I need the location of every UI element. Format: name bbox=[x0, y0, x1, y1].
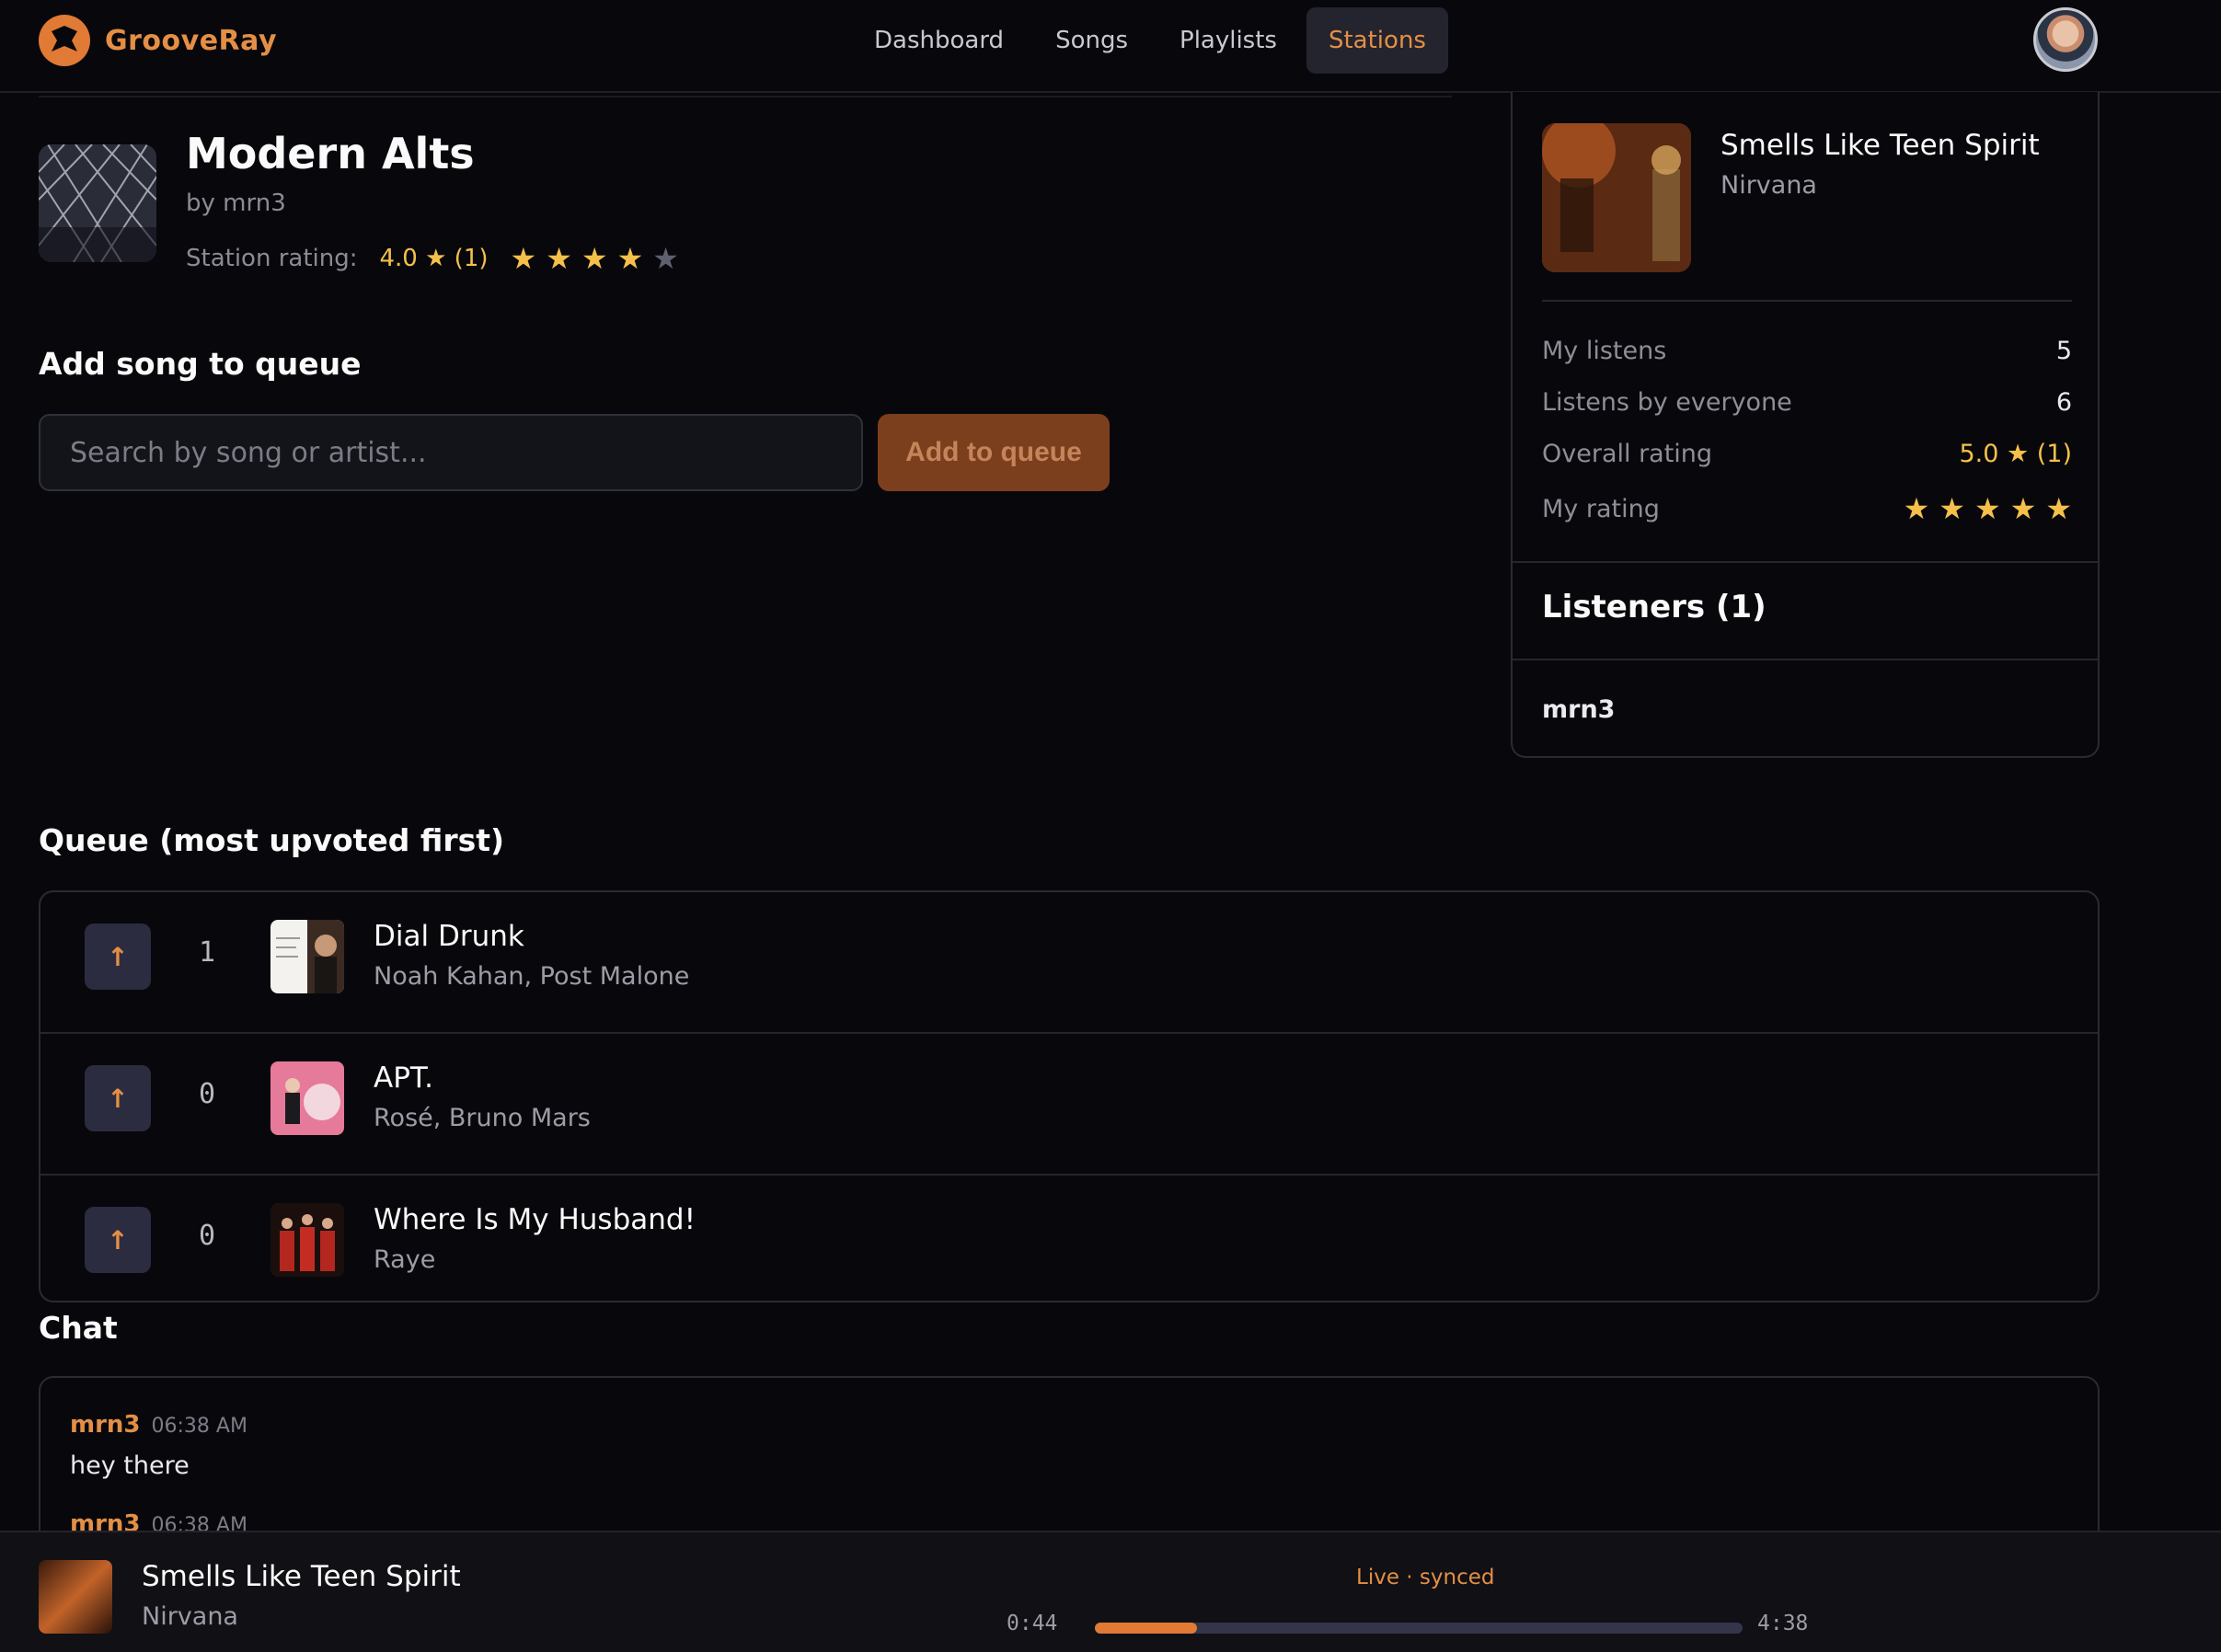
vote-count: 1 bbox=[199, 936, 216, 969]
progress-bar[interactable] bbox=[1095, 1623, 1743, 1634]
queue-item: ↑ 1 Dial Drunk Noah Kahan, Post Malone bbox=[40, 892, 2098, 1034]
song-artwork bbox=[270, 920, 344, 993]
stat-value: 6 bbox=[2055, 388, 2072, 417]
header-divider bbox=[39, 96, 1452, 98]
top-navigation: GrooveRay Dashboard Songs Playlists Stat… bbox=[0, 0, 2221, 93]
star-icon[interactable]: ★ bbox=[1974, 491, 2001, 526]
stat-my-listens: My listens 5 bbox=[1542, 337, 2072, 365]
stat-my-rating: My rating ★ ★ ★ ★ ★ bbox=[1542, 491, 2072, 526]
station-rating: Station rating: 4.0 ★ (1) ★ ★ ★ ★ ★ bbox=[186, 241, 679, 276]
queue-item: ↑ 0 Where Is My Husband! Raye bbox=[40, 1176, 2098, 1301]
star-icon[interactable]: ★ bbox=[617, 241, 644, 276]
arrow-up-icon: ↑ bbox=[107, 1083, 129, 1114]
star-icon[interactable]: ★ bbox=[511, 241, 537, 276]
my-rating-stars[interactable]: ★ ★ ★ ★ ★ bbox=[1904, 491, 2072, 526]
stat-label: Listens by everyone bbox=[1542, 388, 1792, 417]
card-divider bbox=[1513, 659, 2098, 660]
now-playing-card: Smells Like Teen Spirit Nirvana My liste… bbox=[1511, 92, 2100, 758]
stat-overall-rating: Overall rating 5.0 ★ (1) bbox=[1542, 440, 2072, 468]
song-search-input[interactable] bbox=[39, 414, 863, 491]
stat-listens-by-everyone: Listens by everyone 6 bbox=[1542, 388, 2072, 417]
chat-message-time: 06:38 AM bbox=[151, 1415, 247, 1438]
chat-heading: Chat bbox=[39, 1310, 118, 1346]
chat-message: mrn3 06:38 AM hey there bbox=[70, 1411, 247, 1480]
queue-list: ↑ 1 Dial Drunk Noah Kahan, Post Malone ↑… bbox=[39, 890, 2100, 1302]
song-title: Where Is My Husband! bbox=[374, 1203, 696, 1236]
song-title: APT. bbox=[374, 1061, 434, 1095]
app: GrooveRay Dashboard Songs Playlists Stat… bbox=[0, 0, 2221, 1652]
now-playing-title: Smells Like Teen Spirit bbox=[1720, 129, 2040, 162]
user-avatar[interactable] bbox=[2033, 7, 2098, 72]
star-icon[interactable]: ★ bbox=[1904, 491, 1930, 526]
chat-message-text: hey there bbox=[70, 1451, 190, 1480]
song-title: Dial Drunk bbox=[374, 920, 524, 953]
station-star-rating[interactable]: ★ ★ ★ ★ ★ bbox=[511, 241, 679, 276]
player-song-artist: Nirvana bbox=[142, 1602, 238, 1631]
add-to-queue-button[interactable]: Add to queue bbox=[878, 414, 1110, 491]
song-artwork bbox=[270, 1203, 344, 1277]
sync-status: Live · synced bbox=[1356, 1566, 1495, 1589]
upvote-button[interactable]: ↑ bbox=[85, 1065, 151, 1131]
vote-count: 0 bbox=[199, 1078, 216, 1110]
station-owner: by mrn3 bbox=[186, 189, 286, 217]
station-title: Modern Alts bbox=[186, 129, 475, 178]
upvote-button[interactable]: ↑ bbox=[85, 924, 151, 990]
now-playing-artwork bbox=[1542, 123, 1691, 272]
queue-item: ↑ 0 APT. Rosé, Bruno Mars bbox=[40, 1034, 2098, 1176]
queue-heading: Queue (most upvoted first) bbox=[39, 822, 505, 858]
stat-label: My rating bbox=[1542, 494, 1660, 523]
upvote-button[interactable]: ↑ bbox=[85, 1207, 151, 1273]
player-song-title: Smells Like Teen Spirit bbox=[142, 1560, 461, 1593]
stat-value: 5.0 ★ (1) bbox=[1959, 440, 2072, 468]
stat-value: 5 bbox=[2055, 337, 2072, 365]
song-artist: Raye bbox=[374, 1245, 436, 1274]
vote-count: 0 bbox=[199, 1220, 216, 1252]
card-divider bbox=[1513, 561, 2098, 563]
nav-playlists[interactable]: Playlists bbox=[1157, 7, 1299, 74]
progress-fill bbox=[1095, 1623, 1198, 1634]
stat-label: Overall rating bbox=[1542, 440, 1713, 468]
star-empty-icon[interactable]: ★ bbox=[652, 241, 679, 276]
station-rating-value: 4.0 ★ (1) bbox=[379, 245, 489, 272]
star-icon[interactable]: ★ bbox=[1939, 491, 1965, 526]
stat-label: My listens bbox=[1542, 337, 1667, 365]
nav-songs[interactable]: Songs bbox=[1033, 7, 1150, 74]
song-artist: Noah Kahan, Post Malone bbox=[374, 962, 690, 991]
song-artwork bbox=[270, 1061, 344, 1135]
star-icon[interactable]: ★ bbox=[2010, 491, 2037, 526]
arrow-up-icon: ↑ bbox=[107, 1224, 129, 1256]
arrow-up-icon: ↑ bbox=[107, 941, 129, 972]
now-playing-artist: Nirvana bbox=[1720, 171, 1817, 200]
current-time: 0:44 bbox=[1007, 1612, 1058, 1635]
grooveray-logo-icon bbox=[39, 15, 90, 66]
star-icon[interactable]: ★ bbox=[2045, 491, 2072, 526]
song-artist: Rosé, Bruno Mars bbox=[374, 1104, 591, 1132]
card-divider bbox=[1542, 300, 2072, 302]
player-artwork bbox=[39, 1560, 112, 1634]
chat-message-user[interactable]: mrn3 bbox=[70, 1411, 141, 1439]
station-rating-label: Station rating: bbox=[186, 245, 358, 272]
add-song-heading: Add song to queue bbox=[39, 346, 362, 382]
total-time: 4:38 bbox=[1757, 1612, 1809, 1635]
nav-dashboard[interactable]: Dashboard bbox=[852, 7, 1026, 74]
nav-stations[interactable]: Stations bbox=[1306, 7, 1448, 74]
listeners-heading: Listeners (1) bbox=[1542, 589, 1766, 625]
star-icon[interactable]: ★ bbox=[581, 241, 608, 276]
station-artwork bbox=[39, 144, 156, 262]
brand-name: GrooveRay bbox=[105, 24, 278, 57]
player-bar: Smells Like Teen Spirit Nirvana Live · s… bbox=[0, 1531, 2221, 1652]
brand[interactable]: GrooveRay bbox=[39, 15, 277, 66]
main-nav: Dashboard Songs Playlists Stations bbox=[852, 7, 1448, 74]
star-icon[interactable]: ★ bbox=[546, 241, 572, 276]
listener-item: mrn3 bbox=[1542, 695, 1616, 724]
